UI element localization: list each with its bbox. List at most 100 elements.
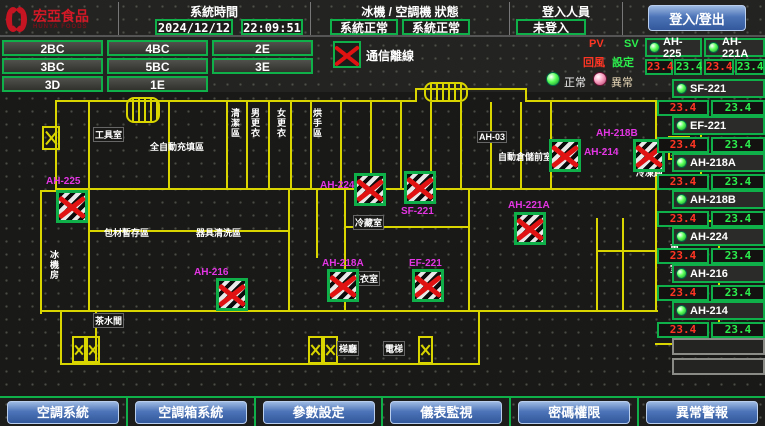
- room-label: 冰機房: [48, 250, 61, 280]
- stairs-icon: [126, 97, 160, 123]
- floor-button-3bc[interactable]: 3BC: [2, 58, 103, 74]
- room-label: 梯廳: [338, 342, 358, 355]
- login-person-label: 登入人員: [511, 3, 621, 20]
- brand-name: 宏亞食品: [33, 9, 89, 24]
- nav-alarm[interactable]: 異常警報: [646, 401, 758, 424]
- equipment-ah-214[interactable]: AH-214: [672, 301, 765, 320]
- nav-meter-monitor[interactable]: 儀表監視: [390, 401, 502, 424]
- room-label: 男更衣: [249, 108, 262, 138]
- system-time-label: 系統時間: [120, 3, 308, 20]
- room-label: 包材暫存區: [104, 226, 149, 239]
- equipment-name: EF-221: [690, 120, 726, 132]
- nav-ahu-system[interactable]: 空調箱系統: [135, 401, 247, 424]
- fan-fault-icon-ef-221[interactable]: [412, 269, 444, 302]
- pv-value: 23.4: [657, 248, 709, 264]
- equipment-ah-225[interactable]: AH-225: [645, 38, 702, 57]
- floor-button-2bc[interactable]: 2BC: [2, 40, 103, 56]
- equipment-ah-218b[interactable]: AH-218B: [672, 190, 765, 209]
- normal-led-icon: [546, 72, 560, 86]
- wall-segment: [340, 102, 342, 188]
- floor-button-3e[interactable]: 3E: [212, 58, 313, 74]
- floor-button-5bc[interactable]: 5BC: [107, 58, 208, 74]
- company-logo: 宏亞食品 HUNYA FOODS: [6, 4, 116, 34]
- wall-segment: [520, 102, 522, 188]
- normal-legend-label: 正常: [564, 74, 586, 90]
- wall-segment: [415, 88, 417, 102]
- header-divider: [310, 2, 311, 35]
- nav-parameter-settings[interactable]: 參數設定: [263, 401, 375, 424]
- room-label: 器具清洗區: [196, 226, 241, 239]
- fan-label-sf-221: SF-221: [401, 206, 434, 217]
- room-label: 自動倉儲前室: [498, 150, 552, 163]
- wall-segment: [490, 102, 492, 188]
- abnormal-led-icon: [593, 72, 607, 86]
- floor-button-2e[interactable]: 2E: [212, 40, 313, 56]
- elevator-shaft-icon: [308, 336, 323, 364]
- machine-status-label: 冰機 / 空調機 狀態: [312, 3, 508, 20]
- sv-value: 23.4: [711, 322, 765, 338]
- equipment-ah-218a[interactable]: AH-218A: [672, 153, 765, 172]
- pv-value: 23.4: [645, 59, 673, 75]
- wall-segment: [460, 102, 462, 188]
- equipment-slot-empty: [672, 338, 765, 355]
- floor-selector: 2BC4BC2E 3BC5BC3E 3D1E: [0, 38, 320, 92]
- nav-parameter-settings-cell: 參數設定: [256, 398, 384, 426]
- login-logout-button[interactable]: 登入/登出: [648, 5, 746, 31]
- pv-legend-label: PV: [589, 38, 604, 50]
- status-led-icon: [676, 157, 687, 168]
- floor-button-4bc[interactable]: 4BC: [107, 40, 208, 56]
- wall-segment: [60, 363, 480, 365]
- wall-segment: [40, 310, 658, 312]
- header-divider: [622, 2, 623, 35]
- stairs-icon: [424, 82, 468, 102]
- status-led-icon: [676, 268, 687, 279]
- fan-fault-icon-ah-224[interactable]: [354, 173, 386, 206]
- wall-segment: [655, 100, 657, 312]
- elevator-shaft-icon: [42, 126, 60, 150]
- fan-fault-icon-ah-216[interactable]: [216, 278, 248, 311]
- fan-fault-icon-ah-221a[interactable]: [514, 212, 546, 245]
- wall-segment: [55, 100, 417, 102]
- equipment-ah-216[interactable]: AH-216: [672, 264, 765, 283]
- status-led-icon: [676, 120, 687, 131]
- room-label: 全自動充填區: [150, 140, 204, 153]
- fan-fault-icon-ah-225[interactable]: [56, 190, 88, 223]
- equipment-ah-224[interactable]: AH-224: [672, 227, 765, 246]
- wall-segment: [40, 190, 57, 192]
- nav-ac-system[interactable]: 空調系統: [7, 401, 119, 424]
- equipment-sf-221[interactable]: SF-221: [672, 79, 765, 98]
- wall-segment: [268, 102, 270, 188]
- nav-ahu-system-cell: 空調箱系統: [128, 398, 256, 426]
- login-status-value: 未登入: [516, 19, 586, 35]
- fan-label-ah-218b: AH-218B: [596, 128, 638, 139]
- status-led-icon: [676, 231, 687, 242]
- elevator-shaft-icon: [323, 336, 338, 364]
- wall-segment: [468, 190, 470, 310]
- wall-segment: [525, 100, 657, 102]
- fan-fault-icon-sf-221[interactable]: [404, 171, 436, 204]
- room-label: 茶水間: [94, 314, 123, 327]
- fan-label-ah-218a: AH-218A: [322, 258, 364, 269]
- nav-password-authority[interactable]: 密碼權限: [518, 401, 630, 424]
- equipment-name: AH-221A: [722, 36, 763, 60]
- chiller-status-value: 系統正常: [330, 19, 398, 35]
- fan-label-ah-224: AH-224: [320, 180, 354, 191]
- equipment-name: AH-225: [663, 36, 700, 60]
- elevator-shaft-icon: [72, 336, 86, 363]
- fan-fault-icon-ah-218a[interactable]: [327, 269, 359, 302]
- pv-value: 23.4: [657, 322, 709, 338]
- floor-button-1e[interactable]: 1E: [107, 76, 208, 92]
- wall-segment: [478, 312, 480, 365]
- pv-value: 23.4: [657, 174, 709, 190]
- floor-button-3d[interactable]: 3D: [2, 76, 103, 92]
- sv-value: 23.4: [711, 211, 765, 227]
- equipment-name: SF-221: [690, 83, 726, 95]
- room-label: AH-03: [478, 132, 506, 142]
- sv-legend-label: SV: [624, 38, 639, 50]
- pv-value: 23.4: [704, 59, 734, 75]
- fan-fault-icon-ah-214[interactable]: [549, 139, 581, 172]
- equipment-ef-221[interactable]: EF-221: [672, 116, 765, 135]
- room-label: 清潔區: [229, 108, 242, 138]
- nav-meter-monitor-cell: 儀表監視: [383, 398, 511, 426]
- equipment-ah-221a[interactable]: AH-221A: [704, 38, 765, 57]
